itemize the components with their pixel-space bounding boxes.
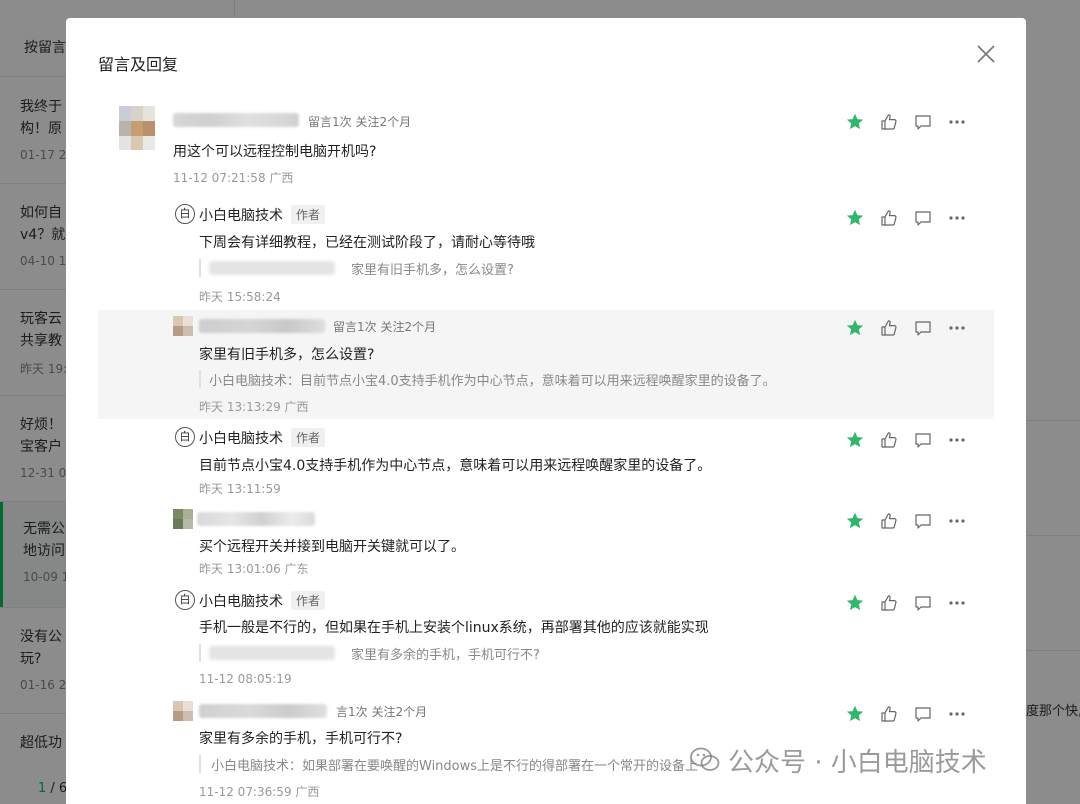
blurred-quoted-user	[209, 261, 335, 275]
more-icon[interactable]	[947, 511, 967, 531]
reply-item: 买个远程开关并接到电脑开关键就可以了。 昨天 13:01:06 广东	[66, 504, 1026, 584]
more-icon[interactable]	[947, 704, 967, 724]
quote-text: 家里有多余的手机，手机可行不?	[351, 648, 540, 663]
dialog-title: 留言及回复	[98, 55, 179, 74]
comment-actions	[845, 593, 975, 613]
reply-content: 买个远程开关并接到电脑开关键就可以了。	[199, 539, 465, 555]
avatar	[173, 316, 193, 336]
author-name: 小白电脑技术	[199, 431, 283, 447]
quote-bar	[199, 370, 201, 388]
quote-bar	[199, 644, 201, 662]
reply-icon[interactable]	[913, 208, 933, 228]
reply-item: 白 小白电脑技术 作者 目前节点小宝4.0支持手机作为中心节点，意味着可以用来远…	[66, 422, 1026, 502]
like-icon[interactable]	[879, 112, 899, 132]
like-icon[interactable]	[879, 208, 899, 228]
avatar	[173, 701, 193, 721]
like-icon[interactable]	[879, 511, 899, 531]
comment-content: 用这个可以远程控制电脑开机吗?	[173, 144, 377, 160]
avatar	[173, 509, 193, 529]
author-name: 小白电脑技术	[199, 594, 283, 610]
author-name: 小白电脑技术	[199, 208, 283, 224]
like-icon[interactable]	[879, 704, 899, 724]
comment-actions	[845, 511, 975, 531]
more-icon[interactable]	[947, 430, 967, 450]
star-icon[interactable]	[845, 511, 865, 531]
star-icon[interactable]	[845, 112, 865, 132]
watermark: 公众号 · 小白电脑技术	[690, 742, 987, 780]
comments-dialog: 留言及回复 留言1次 关注2个月 用这个可以远程控制电脑开机吗? 11-12 0…	[66, 18, 1026, 804]
comment-actions	[845, 704, 975, 724]
reply-time: 昨天 15:58:24	[199, 290, 281, 304]
wechat-icon	[690, 747, 720, 780]
quote-bar	[199, 755, 201, 773]
comment-actions	[845, 430, 975, 450]
author-logo-icon: 白	[175, 427, 195, 447]
more-icon[interactable]	[947, 593, 967, 613]
more-icon[interactable]	[947, 208, 967, 228]
blurred-username	[199, 319, 325, 333]
blurred-username	[197, 512, 315, 526]
star-icon[interactable]	[845, 318, 865, 338]
comment-actions	[845, 208, 975, 228]
comment-meta: 留言1次 关注2个月	[333, 320, 437, 334]
reply-time: 昨天 13:01:06 广东	[199, 562, 309, 576]
star-icon[interactable]	[845, 704, 865, 724]
reply-icon[interactable]	[913, 430, 933, 450]
comment-actions	[845, 112, 975, 132]
quote-text: 家里有旧手机多，怎么设置?	[351, 263, 514, 278]
comment-meta: 言1次 关注2个月	[336, 705, 428, 719]
reply-item: 白 小白电脑技术 作者 手机一般是不行的，但如果在手机上安装个linux系统，再…	[66, 585, 1026, 695]
author-logo-icon: 白	[175, 204, 195, 224]
reply-icon[interactable]	[913, 318, 933, 338]
author-badge: 作者	[291, 205, 326, 224]
blurred-username	[199, 704, 327, 718]
quote-text: 小白电脑技术：如果部署在要唤醒的Windows上是不行的得部署在一个常开的设备上	[211, 759, 699, 774]
reply-time: 11-12 08:05:19	[199, 672, 292, 686]
reply-item: 白 小白电脑技术 作者 下周会有详细教程，已经在测试阶段了，请耐心等待哦 家里有…	[66, 200, 1026, 306]
reply-icon[interactable]	[913, 511, 933, 531]
reply-item-highlighted: 留言1次 关注2个月 家里有旧手机多，怎么设置? 小白电脑技术：目前节点小宝4.…	[98, 310, 994, 419]
star-icon[interactable]	[845, 208, 865, 228]
comment-meta: 留言1次 关注2个月	[308, 115, 412, 129]
avatar	[119, 106, 155, 150]
reply-time: 昨天 13:13:29 广西	[199, 400, 309, 414]
like-icon[interactable]	[879, 318, 899, 338]
reply-icon[interactable]	[913, 112, 933, 132]
comment-time: 11-12 07:21:58 广西	[173, 171, 294, 185]
more-icon[interactable]	[947, 112, 967, 132]
reply-icon[interactable]	[913, 593, 933, 613]
watermark-text: 公众号 · 小白电脑技术	[728, 748, 987, 778]
like-icon[interactable]	[879, 430, 899, 450]
reply-content: 手机一般是不行的，但如果在手机上安装个linux系统，再部署其他的应该就能实现	[199, 620, 709, 636]
close-icon[interactable]	[974, 42, 998, 66]
blurred-username	[173, 113, 299, 127]
reply-time: 11-12 07:36:59 广西	[199, 785, 320, 799]
star-icon[interactable]	[845, 430, 865, 450]
quote-text: 小白电脑技术：目前节点小宝4.0支持手机作为中心节点，意味着可以用来远程唤醒家里…	[209, 374, 776, 389]
reply-content: 家里有多余的手机，手机可行不?	[199, 731, 403, 747]
author-badge: 作者	[291, 428, 326, 447]
comment-actions	[845, 318, 975, 338]
author-logo-icon: 白	[175, 590, 195, 610]
more-icon[interactable]	[947, 318, 967, 338]
blurred-quoted-user	[209, 646, 335, 660]
reply-icon[interactable]	[913, 704, 933, 724]
star-icon[interactable]	[845, 593, 865, 613]
reply-content: 下周会有详细教程，已经在测试阶段了，请耐心等待哦	[199, 235, 535, 251]
comment-item: 留言1次 关注2个月 用这个可以远程控制电脑开机吗? 11-12 07:21:5…	[66, 102, 1026, 186]
reply-content: 家里有旧手机多，怎么设置?	[199, 347, 375, 363]
reply-time: 昨天 13:11:59	[199, 482, 281, 496]
like-icon[interactable]	[879, 593, 899, 613]
author-badge: 作者	[291, 591, 326, 610]
quote-bar	[199, 259, 201, 277]
reply-content: 目前节点小宝4.0支持手机作为中心节点，意味着可以用来远程唤醒家里的设备了。	[199, 458, 712, 474]
